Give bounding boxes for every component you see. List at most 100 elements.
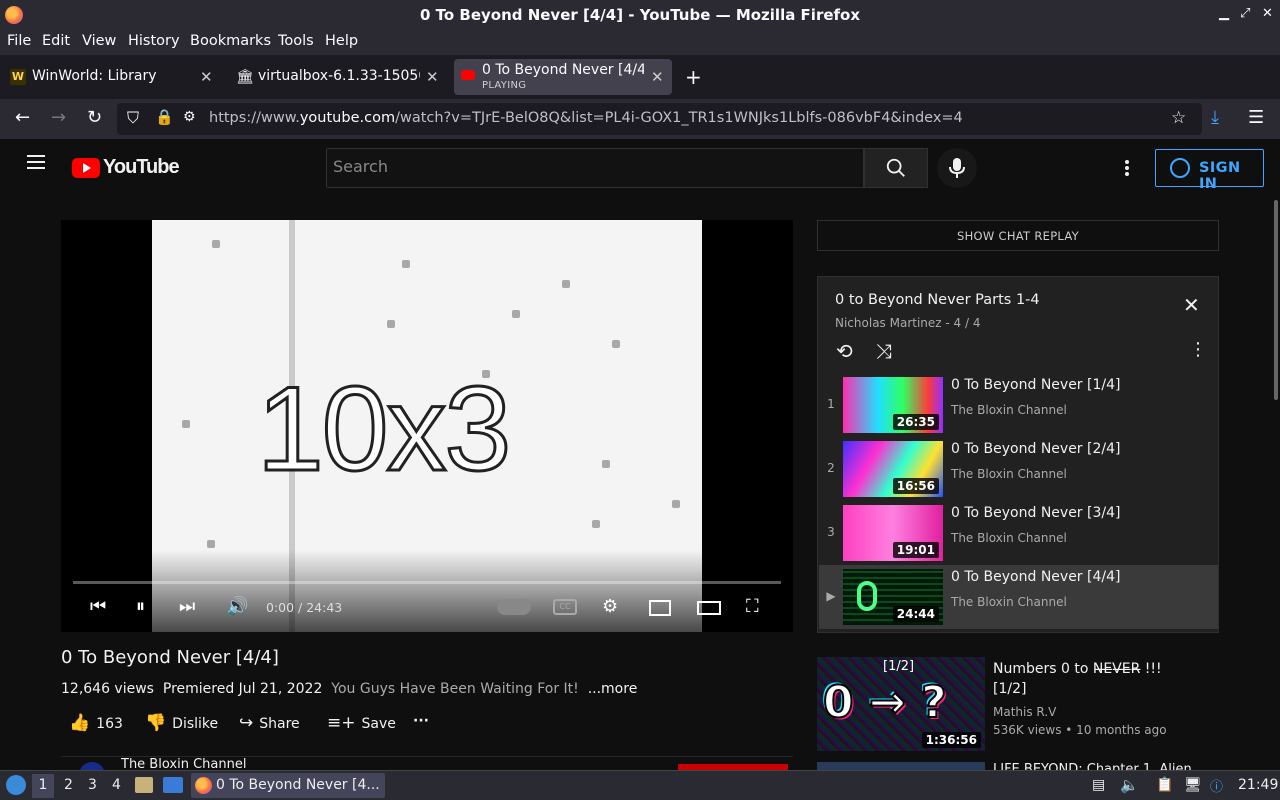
thumbnail: 24:44 xyxy=(843,569,943,625)
page-scrollbar[interactable] xyxy=(1272,197,1280,772)
search-input[interactable] xyxy=(333,157,853,176)
menu-history[interactable]: History xyxy=(128,33,180,49)
captions-icon[interactable]: CC xyxy=(553,599,577,615)
playlist-title[interactable]: 0 to Beyond Never Parts 1-4 xyxy=(835,292,1040,308)
item-channel: The Bloxin Channel xyxy=(951,595,1067,609)
menu-bookmarks[interactable]: Bookmarks xyxy=(190,33,271,49)
lock-icon[interactable]: 🔒 xyxy=(155,108,174,126)
fullscreen-icon[interactable]: ⛶ xyxy=(746,596,759,617)
download-icon[interactable]: ⤓ xyxy=(1211,107,1219,128)
show-chat-replay-button[interactable]: SHOW CHAT REPLAY xyxy=(817,220,1219,251)
youtube-logo-text[interactable]: YouTube xyxy=(103,156,180,179)
sign-in-button[interactable]: SIGN IN xyxy=(1155,149,1264,192)
scrollbar-thumb[interactable] xyxy=(1274,200,1278,400)
voice-search-button[interactable] xyxy=(937,148,977,188)
reload-icon[interactable]: ↻ xyxy=(87,107,102,128)
account-icon xyxy=(1170,158,1190,178)
youtube-logo-icon[interactable] xyxy=(72,158,100,178)
more-actions-icon[interactable]: ··· xyxy=(413,713,429,729)
shield-icon[interactable]: ⛉ xyxy=(127,108,139,128)
loop-icon[interactable]: ⟲ xyxy=(836,339,853,363)
file-manager-icon[interactable] xyxy=(135,777,153,793)
tab-virtualbox[interactable]: 🏛 virtualbox-6.1.33-15050 ✕ xyxy=(226,59,448,95)
tab-youtube-active[interactable]: 0 To Beyond Never [4/4] PLAYING ✕ xyxy=(454,59,672,95)
shuffle-icon[interactable]: ⤨ xyxy=(876,339,892,363)
autoplay-toggle[interactable] xyxy=(497,599,531,615)
menu-view[interactable]: View xyxy=(82,33,116,49)
search-icon xyxy=(886,158,905,177)
channel-name[interactable]: The Bloxin Channel xyxy=(121,758,246,770)
duration-badge: 1:36:56 xyxy=(921,732,981,748)
item-title: 0 To Beyond Never [1/4] xyxy=(951,377,1121,393)
thumbnail: 26:35 xyxy=(843,377,943,433)
url-text[interactable]: https://www.youtube.com/watch?v=TJrE-Bel… xyxy=(209,110,963,126)
maximize-icon[interactable]: ⤢ xyxy=(1240,6,1250,21)
video-player[interactable]: 10x3 ⏮ ⏸ ⏭ 🔊 0:00 / 24:43 CC ⚙ ⛶ xyxy=(61,220,793,632)
close-window-icon[interactable]: ✕ xyxy=(1262,6,1273,21)
next-icon[interactable]: ⏭ xyxy=(179,596,195,617)
sign-in-label: SIGN IN xyxy=(1199,160,1241,192)
like-button[interactable]: 👍 163 xyxy=(69,713,123,733)
forward-icon[interactable]: → xyxy=(51,107,66,128)
theater-mode-icon[interactable] xyxy=(697,601,721,615)
url-bar[interactable]: ⛉ 🔒 ⚙ https://www.youtube.com/watch?v=TJ… xyxy=(117,103,1202,135)
previous-icon[interactable]: ⏮ xyxy=(90,596,106,617)
item-title: 0 To Beyond Never [2/4] xyxy=(951,441,1121,457)
zero-glyph xyxy=(857,581,877,611)
minimize-icon[interactable]: ▁ xyxy=(1219,6,1229,21)
settings-kebab-icon[interactable] xyxy=(1125,160,1129,164)
new-tab-icon[interactable]: + xyxy=(685,65,702,89)
playlist-item[interactable]: 2 16:56 0 To Beyond Never [2/4] The Blox… xyxy=(819,437,1218,501)
hamburger-menu-icon[interactable] xyxy=(27,161,45,163)
tray-notes-icon[interactable]: ▤ xyxy=(1092,777,1105,793)
more-link[interactable]: ...more xyxy=(588,681,638,697)
item-title: 0 To Beyond Never [4/4] xyxy=(951,569,1121,585)
taskbar-firefox-window[interactable]: 0 To Beyond Never [4... xyxy=(191,773,385,798)
youtube-header: YouTube SIGN IN xyxy=(0,139,1280,197)
tab-close-icon[interactable]: ✕ xyxy=(651,68,664,86)
settings-gear-icon[interactable]: ⚙ xyxy=(602,596,618,617)
close-icon[interactable]: ✕ xyxy=(1183,293,1200,317)
playlist-item[interactable]: 1 26:35 0 To Beyond Never [1/4] The Blox… xyxy=(819,373,1218,437)
tab-close-icon[interactable]: ✕ xyxy=(200,68,213,86)
progress-bar[interactable] xyxy=(73,581,781,584)
network-icon[interactable]: 🖥 xyxy=(1184,777,1202,793)
bookmark-star-icon[interactable]: ☆ xyxy=(1171,108,1186,128)
menu-file[interactable]: File xyxy=(7,33,31,49)
description-snippet: You Guys Have Been Waiting For It! xyxy=(331,681,579,697)
miniplayer-icon[interactable] xyxy=(649,600,671,616)
thumbnail: [1/2] 0 → ? 1:36:56 xyxy=(817,657,985,751)
playlist-item[interactable]: 3 19:01 0 To Beyond Never [3/4] The Blox… xyxy=(819,501,1218,565)
workspace-4[interactable]: 4 xyxy=(112,777,121,793)
menu-help[interactable]: Help xyxy=(325,33,358,49)
search-button[interactable] xyxy=(864,148,928,188)
item-channel: The Bloxin Channel xyxy=(951,531,1067,545)
volume-icon[interactable]: 🔊 xyxy=(226,596,248,617)
back-icon[interactable]: ← xyxy=(15,107,30,128)
video-meta[interactable]: 12,646 views Premiered Jul 21, 2022 You … xyxy=(61,681,637,697)
tab-winworld[interactable]: W WinWorld: Library ✕ xyxy=(0,59,222,95)
menu-edit[interactable]: Edit xyxy=(42,33,70,49)
clock: 21:49 xyxy=(1238,777,1279,793)
save-button[interactable]: ≡+ Save xyxy=(327,713,396,733)
app-menu-icon[interactable]: ☰ xyxy=(1248,107,1264,128)
playlist-item-current[interactable]: ▶ 24:44 0 To Beyond Never [4/4] The Blox… xyxy=(819,565,1218,629)
desktop-icon[interactable] xyxy=(163,777,183,793)
dislike-button[interactable]: 👎 Dislike xyxy=(145,713,218,733)
pause-icon[interactable]: ⏸ xyxy=(136,596,145,617)
duration-badge: 16:56 xyxy=(892,478,939,494)
share-button[interactable]: ↪ Share xyxy=(239,713,300,733)
workspace-1[interactable]: 1 xyxy=(32,774,54,798)
menu-tools[interactable]: Tools xyxy=(278,33,314,49)
start-menu-icon[interactable] xyxy=(6,775,26,795)
recommended-meta: 536K views • 10 months ago xyxy=(993,723,1167,737)
recommended-video[interactable]: [1/2] 0 → ? 1:36:56 Numbers 0 to N̶E̶V̶E… xyxy=(817,657,1219,753)
tab-close-icon[interactable]: ✕ xyxy=(426,68,439,86)
updates-icon[interactable]: ⓘ xyxy=(1210,776,1223,795)
clipboard-icon[interactable]: 📋 xyxy=(1156,777,1173,793)
playlist-more-icon[interactable]: ⋮ xyxy=(1189,339,1207,360)
permissions-icon[interactable]: ⚙ xyxy=(183,109,196,125)
volume-tray-icon[interactable]: 🔈 xyxy=(1120,776,1139,794)
workspace-3[interactable]: 3 xyxy=(88,777,97,793)
workspace-2[interactable]: 2 xyxy=(64,777,73,793)
